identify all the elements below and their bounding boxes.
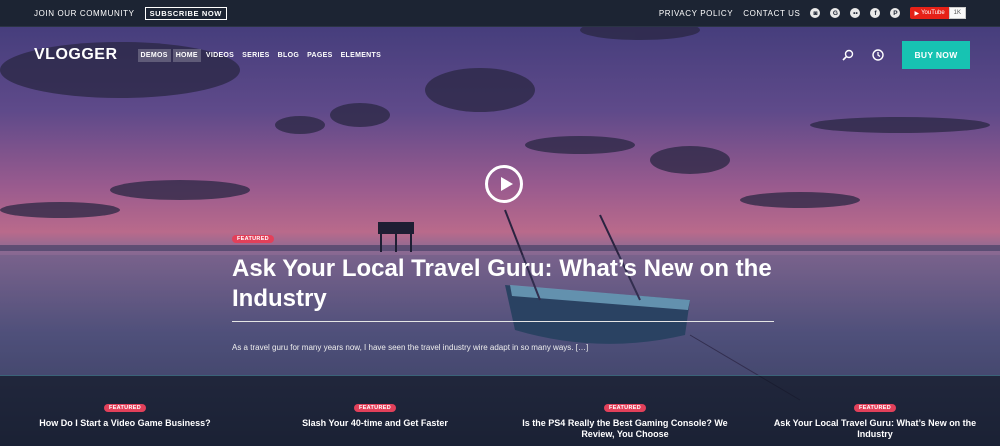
featured-badge: FEATURED — [104, 404, 146, 412]
privacy-policy-link[interactable]: PRIVACY POLICY — [659, 9, 733, 18]
hero-excerpt: As a travel guru for many years now, I h… — [232, 343, 589, 352]
menu-item-demos[interactable]: DEMOS — [137, 48, 171, 62]
featured-post-title[interactable]: Is the PS4 Really the Best Gaming Consol… — [500, 418, 750, 440]
play-video-button[interactable] — [485, 165, 523, 203]
featured-post-title[interactable]: Ask Your Local Travel Guru: What’s New o… — [750, 418, 1000, 440]
featured-badge: FEATURED — [232, 235, 274, 243]
featured-post[interactable]: FEATURED Ask Your Local Travel Guru: Wha… — [750, 376, 1000, 446]
featured-post-title[interactable]: Slash Your 40-time and Get Faster — [250, 418, 500, 429]
buy-now-button[interactable]: BUY NOW — [902, 41, 970, 69]
featured-post-title[interactable]: How Do I Start a Video Game Business? — [0, 418, 250, 429]
youtube-subscribe-button[interactable]: ▶ YouTube 1K — [910, 7, 966, 19]
hero-divider — [232, 321, 774, 322]
menu-item-elements[interactable]: ELEMENTS — [338, 49, 385, 62]
hero-title[interactable]: Ask Your Local Travel Guru: What’s New o… — [232, 254, 792, 314]
featured-post[interactable]: FEATURED Is the PS4 Really the Best Gami… — [500, 376, 750, 446]
youtube-label: YouTube — [921, 10, 945, 16]
contact-us-link[interactable]: CONTACT US — [743, 9, 800, 18]
google-plus-icon[interactable]: G — [830, 8, 841, 18]
instagram-icon[interactable]: ◙ — [810, 8, 821, 18]
main-navigation: VLOGGER DEMOS HOME VIDEOS SERIES BLOG PA… — [0, 40, 1000, 70]
clock-icon[interactable] — [872, 49, 884, 61]
top-bar: JOIN OUR COMMUNITY SUBSCRIBE NOW PRIVACY… — [0, 0, 1000, 27]
pinterest-icon[interactable]: P — [890, 8, 901, 18]
menu-item-videos[interactable]: VIDEOS — [203, 49, 237, 62]
featured-post[interactable]: FEATURED How Do I Start a Video Game Bus… — [0, 376, 250, 446]
menu: DEMOS HOME VIDEOS SERIES BLOG PAGES ELEM… — [137, 48, 385, 62]
featured-post[interactable]: FEATURED Slash Your 40-time and Get Fast… — [250, 376, 500, 446]
subscribe-button[interactable]: SUBSCRIBE NOW — [144, 6, 227, 20]
search-icon[interactable] — [842, 49, 854, 61]
menu-item-series[interactable]: SERIES — [239, 49, 272, 62]
featured-posts-strip: FEATURED How Do I Start a Video Game Bus… — [0, 375, 1000, 446]
youtube-icon: ▶ — [914, 10, 920, 17]
youtube-count: 1K — [948, 7, 966, 19]
featured-badge: FEATURED — [604, 404, 646, 412]
menu-item-home[interactable]: HOME — [172, 48, 201, 62]
site-logo[interactable]: VLOGGER — [34, 46, 118, 64]
featured-badge: FEATURED — [854, 404, 896, 412]
menu-item-blog[interactable]: BLOG — [275, 49, 302, 62]
community-label: JOIN OUR COMMUNITY — [34, 8, 135, 18]
featured-badge: FEATURED — [354, 404, 396, 412]
menu-item-pages[interactable]: PAGES — [304, 49, 336, 62]
flickr-icon[interactable]: •• — [850, 8, 861, 18]
facebook-icon[interactable]: f — [870, 8, 881, 18]
